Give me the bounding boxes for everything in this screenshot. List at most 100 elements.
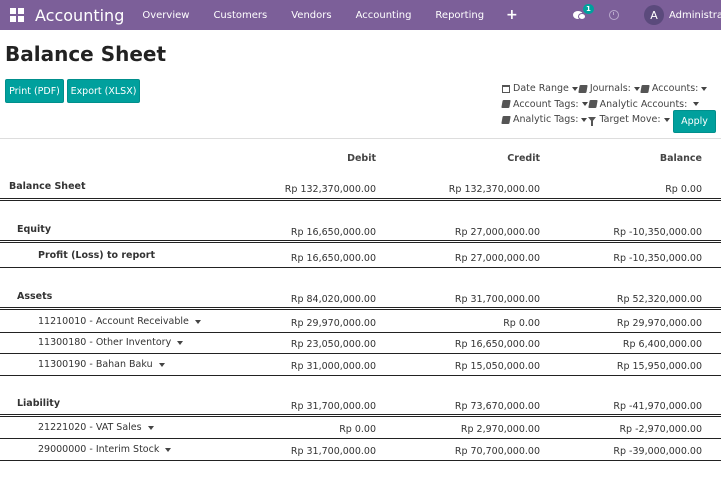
column-debit: Debit (347, 153, 376, 164)
balance-value: Rp -10,350,000.00 (613, 227, 702, 238)
credit-value: Rp 2,970,000.00 (460, 424, 540, 435)
analytic-tags-filter[interactable]: Analytic Tags: (501, 114, 588, 125)
caret-down-icon (633, 86, 640, 91)
debit-value: Rp 31,700,000.00 (290, 446, 376, 457)
account-label: 11210010 - Account Receivable (38, 316, 189, 327)
caret-down-icon[interactable] (147, 425, 154, 430)
column-balance: Balance (659, 153, 702, 164)
row-separator (0, 240, 721, 243)
caret-down-icon (693, 102, 700, 107)
chat-icon[interactable]: 1 (573, 3, 594, 21)
column-credit: Credit (507, 153, 540, 164)
nav-plus-icon[interactable]: + (506, 7, 518, 23)
book-icon (501, 100, 511, 109)
credit-value: Rp 27,000,000.00 (454, 227, 540, 238)
chat-badge: 1 (583, 3, 594, 14)
nav-accounting[interactable]: Accounting (356, 10, 412, 21)
export-xlsx-button[interactable]: Export (XLSX) (67, 79, 140, 103)
row-label-assets: Assets (17, 291, 53, 302)
book-icon (640, 84, 650, 93)
balance-value: Rp 0.00 (665, 184, 702, 195)
credit-value: Rp 132,370,000.00 (448, 184, 540, 195)
balance-value: Rp 52,320,000.00 (616, 294, 702, 305)
balance-value: Rp 6,400,000.00 (622, 339, 702, 350)
user-name[interactable]: Administrator (669, 10, 721, 21)
row-separator (0, 353, 721, 354)
journals-filter[interactable]: Journals: (578, 83, 641, 94)
debit-value: Rp 31,000,000.00 (290, 361, 376, 372)
row-separator (0, 307, 721, 310)
caret-down-icon (581, 117, 588, 122)
book-icon (501, 115, 511, 124)
credit-value: Rp 27,000,000.00 (454, 253, 540, 264)
balance-value: Rp 29,970,000.00 (616, 318, 702, 329)
caret-down-icon[interactable] (158, 362, 165, 367)
credit-value: Rp 70,700,000.00 (454, 446, 540, 457)
page-title: Balance Sheet (5, 42, 167, 66)
account-tags-filter[interactable]: Account Tags: (501, 99, 589, 110)
credit-value: Rp 16,650,000.00 (454, 339, 540, 350)
avatar[interactable]: A (644, 5, 664, 25)
balance-value: Rp -2,970,000.00 (619, 424, 702, 435)
caret-down-icon (571, 86, 578, 91)
account-label: 21221020 - VAT Sales (38, 422, 142, 433)
debit-value: Rp 132,370,000.00 (284, 184, 376, 195)
row-label-equity: Equity (17, 224, 52, 235)
balance-value: Rp -41,970,000.00 (613, 401, 702, 412)
credit-value: Rp 73,670,000.00 (454, 401, 540, 412)
apply-button[interactable]: Apply (673, 110, 716, 133)
credit-value: Rp 15,050,000.00 (454, 361, 540, 372)
balance-value: Rp -39,000,000.00 (613, 446, 702, 457)
print-pdf-button[interactable]: Print (PDF) (5, 79, 64, 103)
caret-down-icon (663, 117, 670, 122)
clock-icon[interactable] (609, 10, 619, 20)
account-label: 11300190 - Bahan Baku (38, 359, 153, 370)
book-icon (578, 84, 588, 93)
caret-down-icon[interactable] (165, 447, 172, 452)
analytic-accounts-filter[interactable]: Analytic Accounts: (587, 99, 701, 110)
debit-value: Rp 84,020,000.00 (290, 294, 376, 305)
target-move-filter[interactable]: Target Move: (588, 114, 670, 127)
caret-down-icon (701, 86, 708, 91)
row-separator (0, 332, 721, 333)
debit-value: Rp 23,050,000.00 (290, 339, 376, 350)
nav-reporting[interactable]: Reporting (435, 10, 484, 21)
debit-value: Rp 31,700,000.00 (290, 401, 376, 412)
account-row-interim-stock[interactable]: 29000000 - Interim Stock (38, 444, 172, 455)
row-label-balance-sheet: Balance Sheet (9, 181, 86, 192)
book-icon (587, 100, 598, 109)
accounts-filter[interactable]: Accounts: (640, 83, 709, 94)
row-separator (0, 198, 721, 201)
debit-value: Rp 16,650,000.00 (290, 227, 376, 238)
divider (0, 138, 721, 139)
caret-down-icon[interactable] (177, 340, 184, 345)
caret-down-icon[interactable] (194, 319, 201, 324)
credit-value: Rp 0.00 (503, 318, 540, 329)
apps-menu-icon[interactable] (10, 8, 24, 22)
account-row-receivable[interactable]: 11210010 - Account Receivable (38, 316, 201, 327)
row-separator (0, 375, 721, 376)
row-separator (0, 267, 721, 268)
row-separator (0, 414, 721, 417)
debit-value: Rp 0.00 (339, 424, 376, 435)
balance-value: Rp 15,950,000.00 (616, 361, 702, 372)
top-navbar: Accounting Overview Customers Vendors Ac… (0, 0, 721, 30)
account-label: 29000000 - Interim Stock (38, 444, 160, 455)
date-range-filter[interactable]: Date Range (502, 83, 579, 94)
caret-down-icon (581, 102, 588, 107)
nav-vendors[interactable]: Vendors (291, 10, 331, 21)
account-row-vat-sales[interactable]: 21221020 - VAT Sales (38, 422, 154, 433)
nav-overview[interactable]: Overview (142, 10, 189, 21)
debit-value: Rp 29,970,000.00 (290, 318, 376, 329)
credit-value: Rp 31,700,000.00 (454, 294, 540, 305)
account-row-bahan-baku[interactable]: 11300190 - Bahan Baku (38, 359, 165, 370)
account-label: 11300180 - Other Inventory (38, 337, 172, 348)
debit-value: Rp 16,650,000.00 (290, 253, 376, 264)
nav-customers[interactable]: Customers (213, 10, 267, 21)
app-brand[interactable]: Accounting (35, 6, 124, 25)
row-label-liability: Liability (17, 398, 61, 409)
balance-value: Rp -10,350,000.00 (613, 253, 702, 264)
filter-icon (588, 117, 597, 127)
account-row-other-inventory[interactable]: 11300180 - Other Inventory (38, 337, 184, 348)
row-separator (0, 460, 721, 461)
